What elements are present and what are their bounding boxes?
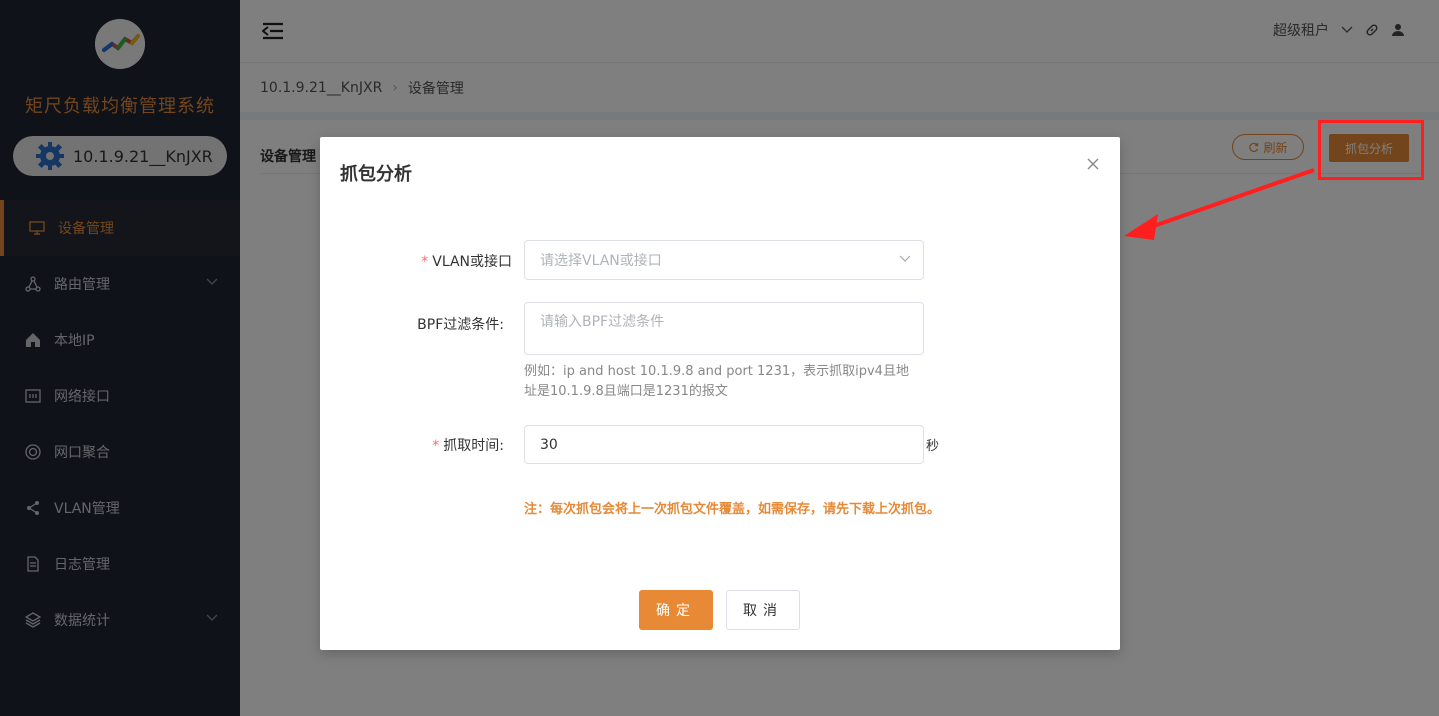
time-label: * 抓取时间: [432, 438, 504, 454]
confirm-button[interactable]: 确定 [639, 590, 713, 630]
vlan-placeholder: 请选择VLAN或接口 [540, 253, 662, 269]
capture-time-value: 30 [540, 436, 558, 453]
modal-title: 抓包分析 [340, 164, 412, 185]
bpf-help-text: 例如：ip and host 10.1.9.8 and port 1231，表示… [524, 362, 924, 402]
required-mark: * [421, 254, 429, 270]
close-icon[interactable] [1086, 157, 1100, 171]
chevron-down-icon [899, 255, 911, 262]
bpf-help-line: 址是10.1.9.8且端口是1231的报文 [524, 384, 728, 399]
vlan-label: * VLAN或接口 [421, 254, 512, 270]
cancel-button[interactable]: 取消 [726, 590, 800, 630]
time-unit: 秒 [926, 439, 940, 454]
bpf-placeholder: 请输入BPF过滤条件 [540, 314, 665, 330]
warning-note: 注：每次抓包会将上一次抓包文件覆盖，如需保存，请先下载上次抓包。 [524, 502, 941, 517]
bpf-input[interactable]: 请输入BPF过滤条件 [524, 302, 924, 355]
capture-modal: 抓包分析 * VLAN或接口 请选择VLAN或接口 BPF过滤条件: 请输入BPF… [320, 137, 1120, 650]
bpf-label: BPF过滤条件: [417, 317, 504, 333]
required-mark: * [432, 438, 440, 454]
capture-time-input[interactable]: 30 [524, 425, 924, 464]
vlan-select[interactable]: 请选择VLAN或接口 [524, 240, 924, 280]
highlight-box [1318, 120, 1424, 180]
bpf-help-line: 例如：ip and host 10.1.9.8 and port 1231，表示… [524, 364, 909, 379]
